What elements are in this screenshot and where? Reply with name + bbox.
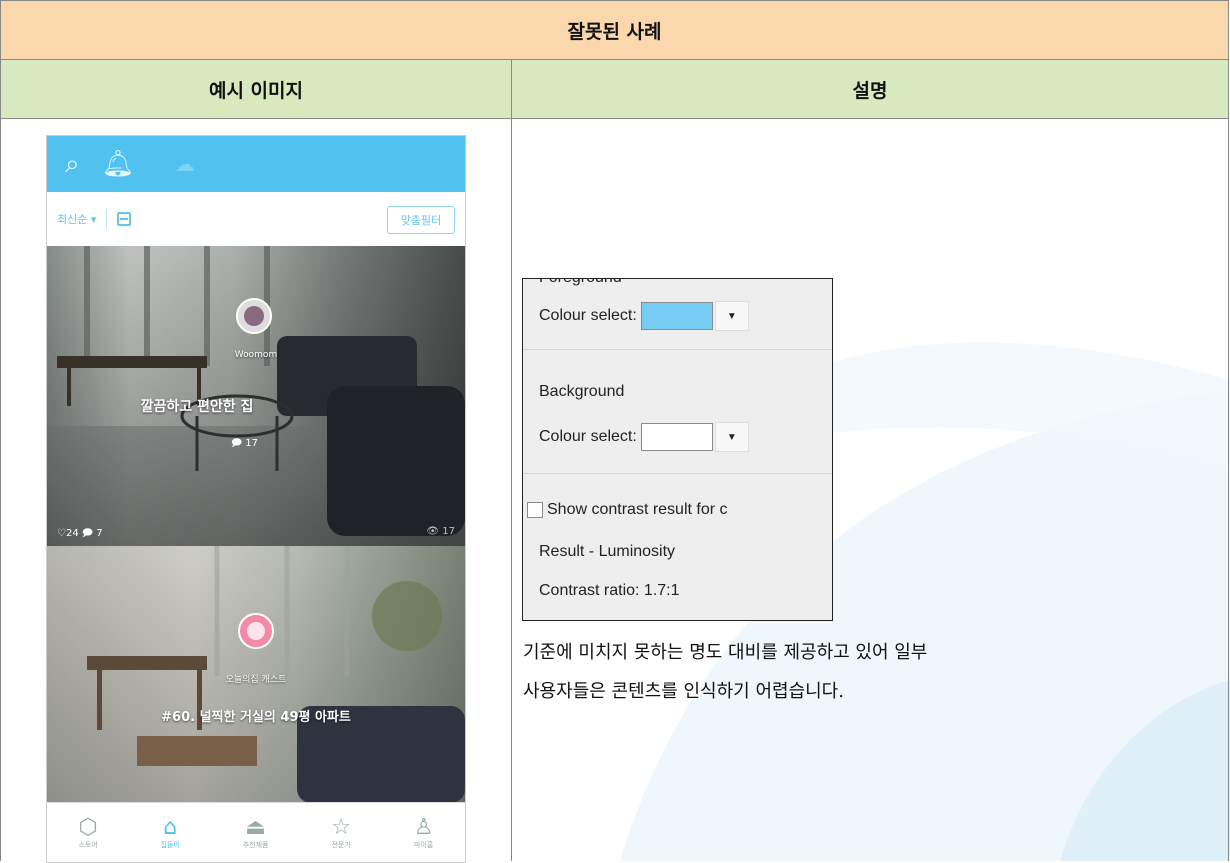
contrast-ratio-value: Contrast ratio: 1.7:1 [539, 582, 680, 599]
eye-icon: 👁 [426, 526, 440, 537]
chevron-down-icon[interactable]: ▼ [714, 301, 749, 331]
replies-count: 7 [96, 528, 103, 539]
show-contrast-checkbox-row[interactable]: Show contrast result for c [527, 501, 728, 519]
post-author: Woomom [234, 350, 278, 360]
bottom-nav: ⬡ 스토어 ⌂ 집들이 ⏏ 추천제품 ☆ 전문가 ♙ 마이홈 [47, 802, 465, 862]
post-card[interactable]: 오늘의집 캐스트 #60. 널찍한 거실의 49평 아파트 [47, 546, 465, 803]
lamp-icon: ⏏ [245, 814, 266, 840]
description-line: 사용자들은 콘텐츠를 인식하기 어렵습니다. [523, 681, 844, 702]
reply-icon: 🗩 [81, 528, 93, 539]
result-group-label: Result - Luminosity [539, 543, 676, 560]
divider [523, 349, 832, 350]
app-screenshot: ⌕ 🔔︎ ☁ 최신순 ▾ 맞춤필터 Woomom 깔끔하고 편안한 집 🗩 17… [46, 135, 466, 863]
nav-housewarming[interactable]: ⌂ 집들이 [160, 814, 180, 850]
contrast-analyser-dialog: Foreground Colour select: ▼ Background C… [522, 278, 833, 621]
post-views: 👁 17 [426, 526, 455, 537]
post-card[interactable]: Woomom 깔끔하고 편안한 집 🗩 17 ♡24 🗩 7 👁 17 [47, 246, 465, 546]
post-title: #60. 널찍한 거실의 49평 아파트 [161, 710, 351, 725]
filter-bar: 최신순 ▾ 맞춤필터 [47, 192, 465, 247]
nav-store[interactable]: ⬡ 스토어 [78, 814, 98, 850]
post-stats-left: ♡24 🗩 7 [57, 526, 103, 543]
nav-products[interactable]: ⏏ 추천제품 [242, 814, 269, 850]
home-icon: ⌂ [163, 814, 178, 840]
background-group-label: Background [539, 383, 625, 400]
comment-count: 17 [245, 438, 259, 449]
likes-count: ♡24 [57, 528, 79, 539]
column-header-description: 설명 [511, 59, 1229, 119]
background-colour-row: Colour select: ▼ [539, 422, 749, 452]
sort-dropdown[interactable]: 최신순 ▾ [57, 211, 96, 227]
app-logo: ☁ [174, 152, 195, 176]
chevron-down-icon[interactable]: ▼ [714, 422, 749, 452]
description-line: 기준에 미치지 못하는 명도 대비를 제공하고 있어 일부 [523, 642, 928, 663]
app-top-bar: ⌕ 🔔︎ ☁ [47, 136, 465, 192]
checkbox[interactable] [527, 502, 543, 518]
star-house-icon: ☆ [331, 814, 351, 840]
divider [106, 209, 108, 229]
foreground-group-label: Foreground [539, 279, 622, 287]
column-header-image: 예시 이미지 [0, 59, 512, 119]
post-title: 깔끔하고 편안한 집 [140, 399, 254, 415]
table-title: 잘못된 사례 [0, 0, 1229, 60]
nav-myhome[interactable]: ♙ 마이홈 [413, 814, 434, 850]
user-icon: ♙ [413, 814, 434, 840]
bell-icon[interactable]: 🔔︎ [102, 149, 135, 179]
foreground-colour-swatch[interactable] [640, 302, 713, 330]
box-icon: ⬡ [78, 814, 98, 840]
nav-label: 추천제품 [242, 840, 269, 849]
divider [523, 473, 832, 474]
nav-label: 전문가 [331, 840, 351, 849]
nav-label: 스토어 [78, 840, 98, 849]
post-author: 오늘의집 캐스트 [225, 675, 287, 685]
search-icon[interactable]: ⌕ [65, 149, 80, 180]
nav-label: 마이홈 [414, 840, 434, 849]
custom-filter-button[interactable]: 맞춤필터 [387, 206, 455, 234]
views-count: 17 [442, 526, 455, 537]
bg-colour-label: Colour select: [539, 428, 637, 445]
nav-label: 집들이 [160, 840, 180, 849]
checkbox-label: Show contrast result for c [547, 501, 728, 518]
nav-experts[interactable]: ☆ 전문가 [331, 814, 351, 850]
description-text: 기준에 미치지 못하는 명도 대비를 제공하고 있어 일부 사용자들은 콘텐츠를… [523, 633, 1223, 711]
view-toggle-icon[interactable] [117, 212, 132, 226]
foreground-colour-row: Colour select: ▼ [539, 301, 749, 331]
comment-icon: 🗩 [231, 438, 243, 449]
fg-colour-label: Colour select: [539, 307, 637, 324]
post-comment-count: 🗩 17 [231, 436, 258, 453]
background-colour-swatch[interactable] [640, 423, 713, 451]
